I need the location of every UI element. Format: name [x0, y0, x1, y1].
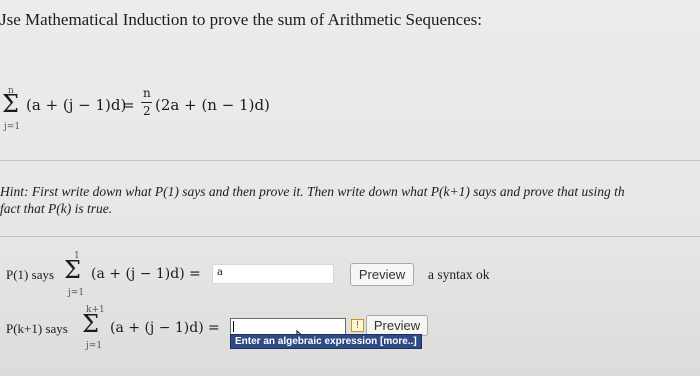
- p1-answer-value: a: [217, 267, 223, 278]
- pk1-label: P(k+1) says: [6, 321, 68, 336]
- pk1-tooltip[interactable]: Enter an algebraic expression [more..]: [230, 334, 422, 349]
- pk1-sigma-icon: Σ: [82, 310, 99, 338]
- p1-syntax-status: a syntax ok: [428, 267, 490, 282]
- hint-line-2: fact that P(k) is true.: [0, 201, 113, 216]
- p1-equals: =: [189, 266, 201, 282]
- formula-equals: =: [122, 96, 135, 114]
- pk1-answer-input[interactable]: [230, 318, 346, 335]
- fraction-numerator: n: [143, 86, 151, 100]
- p1-sum-lower: j=1: [68, 288, 85, 298]
- p1-preview-button[interactable]: Preview: [350, 263, 414, 286]
- pk1-indicator: !: [351, 319, 364, 332]
- page-title: Jse Mathematical Induction to prove the …: [0, 10, 483, 29]
- page: Jse Mathematical Induction to prove the …: [0, 0, 700, 376]
- divider-bottom: [0, 236, 700, 237]
- pk1-expression: (a + (j − 1)d): [110, 320, 204, 336]
- hint-line-1: Hint: First write down what P(1) says an…: [0, 184, 625, 199]
- divider-top: [0, 160, 700, 161]
- formula-rhs: (2a + (n − 1)d): [155, 96, 270, 114]
- p1-answer-input[interactable]: a: [212, 264, 334, 284]
- pk1-equals: =: [208, 320, 220, 336]
- p1-expression: (a + (j − 1)d): [91, 266, 185, 282]
- fraction-denominator: 2: [143, 104, 151, 118]
- p1-label: P(1) says: [6, 267, 55, 282]
- formula-lhs: (a + (j − 1)d): [26, 96, 127, 114]
- pk1-sum-lower: j=1: [86, 341, 103, 351]
- sigma-icon: Σ: [2, 90, 19, 118]
- pk1-preview-button[interactable]: Preview: [366, 315, 428, 336]
- sum-lower-limit: j=1: [4, 122, 21, 132]
- p1-sigma-icon: Σ: [64, 256, 81, 284]
- fraction-bar: [141, 102, 152, 103]
- text-cursor: [233, 321, 234, 332]
